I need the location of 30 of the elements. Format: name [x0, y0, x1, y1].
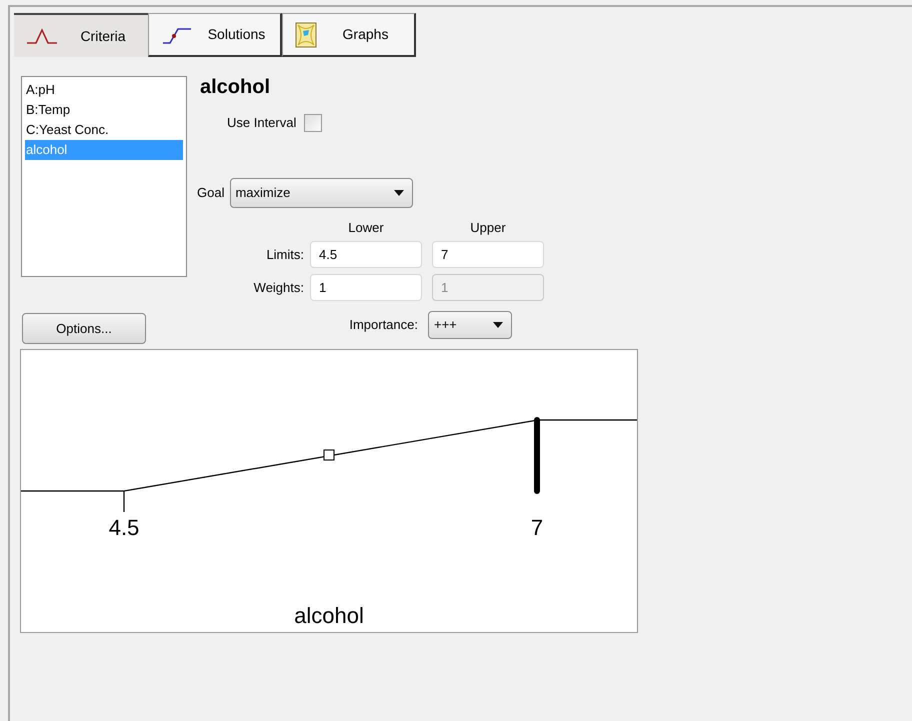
tick-mark [123, 491, 125, 512]
options-button[interactable]: Options... [22, 313, 146, 344]
use-interval-checkbox[interactable] [304, 114, 322, 132]
importance-dropdown[interactable]: +++ [428, 311, 512, 339]
list-item[interactable]: C:Yeast Conc. [25, 120, 183, 140]
column-header: Lower [347, 218, 385, 236]
tab[interactable]: Solutions [148, 13, 282, 57]
contour-plot-icon [295, 22, 317, 48]
tick-label: 7 [530, 516, 544, 540]
tab[interactable]: Criteria [14, 13, 148, 57]
list-item[interactable]: A:pH [25, 80, 183, 100]
use-interval-label: Use Interval [227, 114, 296, 132]
list-item[interactable]: B:Temp [25, 100, 183, 120]
column-header: Upper [469, 218, 507, 237]
goal-dropdown[interactable]: maximize [230, 178, 414, 208]
limits-label: Limits: [265, 246, 304, 264]
dropdown-arrow-icon [493, 322, 503, 328]
axis-label: alcohol [293, 604, 365, 628]
weights-label: Weights: [252, 278, 304, 297]
input-field[interactable]: 4.5 [310, 241, 422, 268]
dropdown-arrow-icon [394, 190, 404, 196]
input-field[interactable]: 7 [432, 241, 544, 268]
criterion-title: alcohol [200, 76, 272, 98]
tab[interactable]: Graphs [282, 13, 416, 57]
tick-label: 4.5 [108, 516, 140, 540]
goal-label: Goal [197, 184, 224, 202]
peak-curve-icon [26, 27, 58, 45]
input-field[interactable]: 1 [310, 274, 422, 301]
importance-label: Importance: [349, 316, 418, 334]
curve-handle[interactable] [324, 450, 334, 460]
